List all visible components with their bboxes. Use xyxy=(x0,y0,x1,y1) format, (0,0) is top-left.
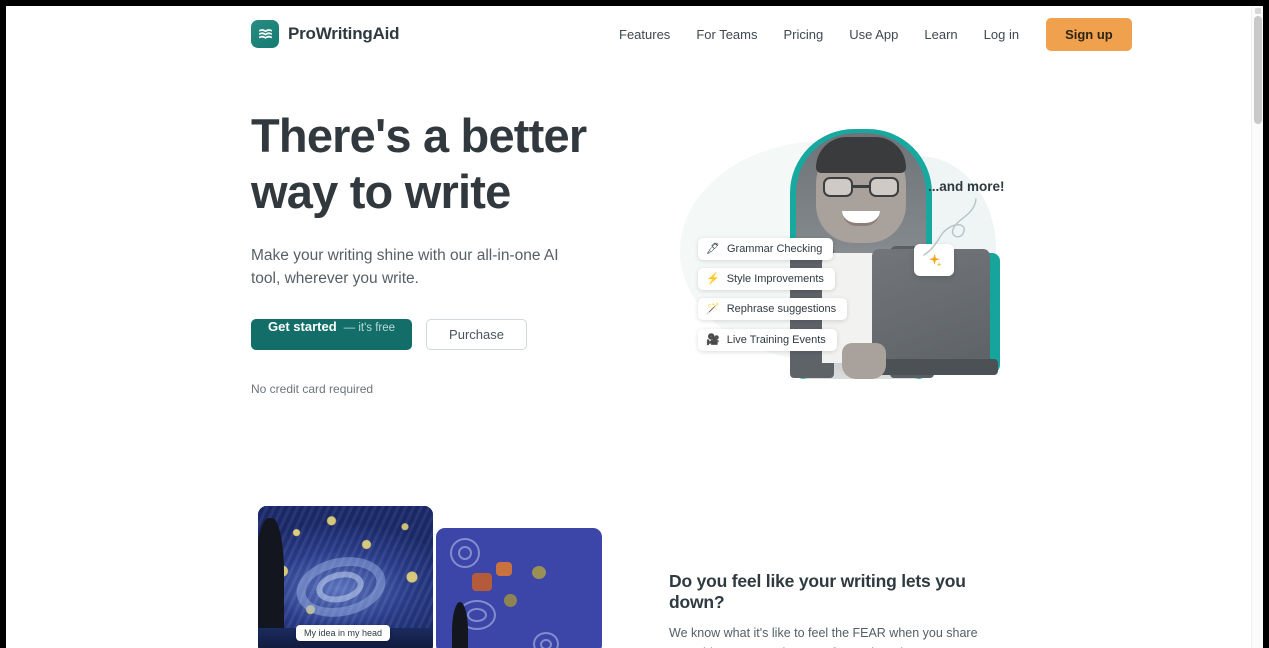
glasses-bridge xyxy=(853,185,869,188)
sign-up-button[interactable]: Sign up xyxy=(1046,18,1132,51)
spiral-shape xyxy=(467,608,487,622)
feature-badge-style-improvements: ⚡ Style Improvements xyxy=(698,268,835,290)
hero-illustration: ...and more! 🖋 Grammar Checking ⚡ Style … xyxy=(666,101,1016,401)
site-header: ProWritingAid Features For Teams Pricing… xyxy=(6,6,1251,63)
nav-link-use-app[interactable]: Use App xyxy=(836,19,911,50)
and-more-callout: ...and more! xyxy=(928,179,1005,194)
artwork-comparison: My idea in my head xyxy=(258,506,603,648)
brand-logo[interactable]: ProWritingAid xyxy=(251,20,400,48)
star-shape xyxy=(532,566,546,579)
hero-subtitle: Make your writing shine with our all-in-… xyxy=(251,247,559,287)
section-body-text: We know what it's like to feel the FEAR … xyxy=(669,626,995,648)
feature-badge-rephrase-suggestions: 🪄 Rephrase suggestions xyxy=(698,298,848,320)
hero-cta-group: Get started — it's free Purchase xyxy=(251,319,631,350)
starry-night-artwork: My idea in my head xyxy=(258,506,433,648)
section-heading: Do you feel like your writing lets you d… xyxy=(669,571,966,612)
lower-copy-block: Do you feel like your writing lets you d… xyxy=(669,571,1014,648)
glasses-icon xyxy=(823,177,899,197)
vertical-scrollbar[interactable] xyxy=(1251,6,1263,648)
hero-copy-block: There's a better way to write Make your … xyxy=(251,108,631,396)
feature-badge-label: Rephrase suggestions xyxy=(726,303,837,315)
nav-link-pricing[interactable]: Pricing xyxy=(770,19,836,50)
scrollbar-up-arrow[interactable] xyxy=(1255,8,1261,14)
glasses-lens-left xyxy=(823,177,853,197)
get-started-button[interactable]: Get started — it's free xyxy=(251,319,413,350)
glasses-lens-right xyxy=(869,177,899,197)
feature-badge-label: Live Training Events xyxy=(726,334,826,346)
book-pages-icon xyxy=(251,20,279,48)
primary-navigation: Features For Teams Pricing Use App Learn… xyxy=(606,18,1132,51)
movie-camera-icon: 🎥 xyxy=(706,333,720,346)
nav-link-features[interactable]: Features xyxy=(606,19,683,50)
feature-badge-label: Grammar Checking xyxy=(726,243,823,255)
get-started-label: Get started xyxy=(268,319,337,334)
feather-pen-icon: 🖋 xyxy=(706,242,720,255)
feature-badge-label: Style Improvements xyxy=(726,273,824,285)
hero-title-line-1: There's a better xyxy=(251,109,587,162)
star-shape xyxy=(504,594,517,607)
lightning-bolt-icon: ⚡ xyxy=(706,272,720,285)
magic-wand-icon: 🪄 xyxy=(706,302,720,315)
feature-badge-live-training-events: 🎥 Live Training Events xyxy=(698,329,837,351)
scrollbar-thumb[interactable] xyxy=(1254,16,1262,124)
idea-label: My idea in my head xyxy=(296,625,391,641)
nav-link-log-in[interactable]: Log in xyxy=(971,19,1032,50)
spiral-shape xyxy=(458,546,472,560)
spiral-shape xyxy=(540,639,552,648)
browser-viewport: ProWritingAid Features For Teams Pricing… xyxy=(6,6,1263,648)
person-hand xyxy=(842,343,886,379)
star-shape xyxy=(472,573,492,591)
brand-name: ProWritingAid xyxy=(288,24,400,43)
feature-badge-grammar-checking: 🖋 Grammar Checking xyxy=(698,238,834,260)
purchase-button[interactable]: Purchase xyxy=(426,319,527,350)
nav-link-for-teams[interactable]: For Teams xyxy=(683,19,770,50)
no-credit-card-note: No credit card required xyxy=(251,382,374,396)
hero-title-line-2: way to write xyxy=(251,165,511,218)
get-started-note: — it's free xyxy=(343,322,396,334)
star-shape xyxy=(496,562,512,576)
person-hair xyxy=(816,137,906,173)
callout-curly-line xyxy=(923,198,977,256)
simplified-artwork xyxy=(436,528,602,648)
page-title: There's a better way to write xyxy=(251,108,631,220)
nav-link-learn[interactable]: Learn xyxy=(911,19,970,50)
